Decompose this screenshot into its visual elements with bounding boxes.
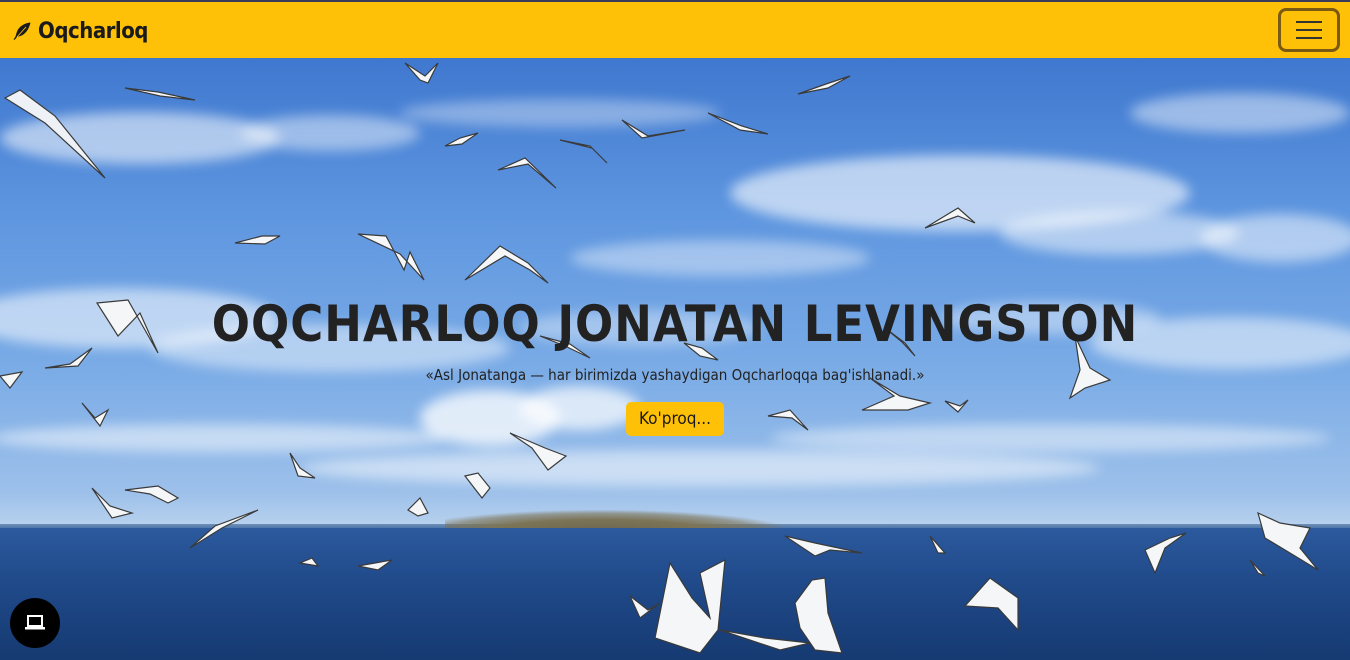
hamburger-menu-icon	[1296, 21, 1322, 23]
seagull	[924, 207, 976, 229]
seagull	[289, 452, 316, 479]
seagull	[124, 87, 196, 101]
seagull	[124, 485, 180, 504]
floating-action-button[interactable]	[10, 598, 60, 648]
brand-link[interactable]: Oqcharloq	[12, 16, 148, 46]
seagull	[497, 157, 557, 189]
seagull	[189, 509, 259, 549]
seagull	[407, 497, 429, 517]
seagull	[1249, 559, 1266, 577]
seagull	[1144, 532, 1187, 575]
seagull	[509, 432, 568, 471]
hero-content: OQCHARLOQ JONATAN LEVINGSTON «Asl Jonata…	[0, 296, 1350, 436]
seagull	[719, 629, 811, 651]
seagull	[357, 559, 393, 571]
laptop-icon	[25, 615, 45, 630]
seagull	[1257, 511, 1319, 571]
seagull	[297, 557, 320, 567]
seagull	[621, 119, 686, 139]
navbar: Oqcharloq	[0, 0, 1350, 58]
hero-title: OQCHARLOQ JONATAN LEVINGSTON	[211, 295, 1139, 353]
seagull	[404, 62, 439, 84]
seagull	[234, 235, 281, 245]
more-button[interactable]: Ko'proq...	[626, 402, 724, 436]
seagull	[357, 233, 425, 281]
navbar-toggle-button[interactable]	[1278, 8, 1340, 52]
seagull	[654, 558, 726, 654]
seagull	[559, 139, 608, 164]
seagull	[464, 245, 549, 284]
seagull	[707, 112, 769, 135]
seagull	[797, 75, 851, 95]
hero-section: OQCHARLOQ JONATAN LEVINGSTON «Asl Jonata…	[0, 58, 1350, 660]
seagull	[963, 577, 1019, 632]
seagull	[784, 535, 863, 557]
seagull	[91, 487, 135, 519]
seagull	[629, 595, 661, 619]
seagull	[3, 89, 106, 179]
feather-icon	[13, 22, 31, 40]
hero-subtitle: «Asl Jonatanga — har birimizda yashaydig…	[425, 366, 925, 384]
seagull	[444, 132, 479, 147]
seagull	[929, 535, 947, 554]
seagull	[463, 472, 491, 499]
brand-name: Oqcharloq	[38, 18, 148, 44]
